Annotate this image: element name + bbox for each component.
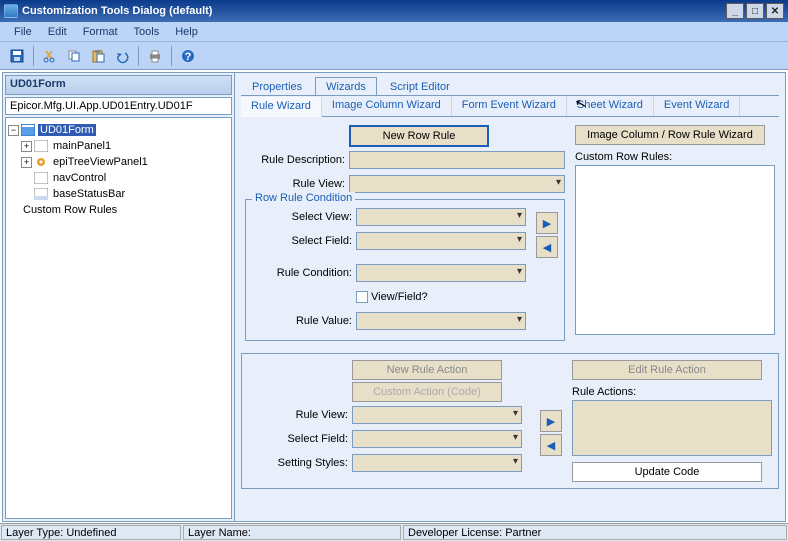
status-layer-name: Layer Name: (183, 525, 401, 540)
app-body: UD01Form Epicor.Mfg.UI.App.UD01Entry.UD0… (2, 72, 786, 522)
custom-action-button[interactable]: Custom Action (Code) (352, 382, 502, 402)
rule-actions-list[interactable] (572, 400, 772, 456)
menu-tools[interactable]: Tools (126, 24, 168, 40)
remove-arrow-button[interactable]: ◀ (536, 236, 558, 258)
statusbar: Layer Type: Undefined Layer Name: Develo… (0, 523, 788, 541)
tab-wizards[interactable]: Wizards (315, 77, 377, 96)
left-panel: UD01Form Epicor.Mfg.UI.App.UD01Entry.UD0… (3, 73, 235, 521)
add-action-arrow-button[interactable]: ▶ (540, 410, 562, 432)
select-field-combo[interactable] (356, 232, 526, 250)
remove-action-arrow-button[interactable]: ◀ (540, 434, 562, 456)
wizard-right-col: Image Column / Row Rule Wizard Custom Ro… (575, 125, 775, 341)
maximize-button[interactable]: □ (746, 3, 764, 19)
status-layer-type: Layer Type: Undefined (1, 525, 181, 540)
titlebar: Customization Tools Dialog (default) _ □… (0, 0, 788, 22)
tree-item[interactable]: + epiTreeViewPanel1 (8, 154, 229, 170)
new-rule-action-button[interactable]: New Rule Action (352, 360, 502, 380)
form-path: Epicor.Mfg.UI.App.UD01Entry.UD01F (5, 97, 232, 115)
menubar: File Edit Format Tools Help (0, 22, 788, 42)
tab-event-wizard[interactable]: Event Wizard (654, 96, 740, 116)
tab-sheet-wizard[interactable]: Sheet Wizard (567, 96, 654, 116)
app-icon (4, 4, 18, 18)
view-field-label: View/Field? (371, 291, 428, 303)
select-field-combo2[interactable] (352, 430, 522, 448)
form-header: UD01Form (5, 75, 232, 95)
rule-value-combo[interactable] (356, 312, 526, 330)
select-view-label: Select View: (252, 211, 356, 223)
tabs-sub: Rule Wizard Image Column Wizard Form Eve… (241, 95, 779, 117)
expand-icon[interactable]: + (21, 141, 32, 152)
menu-file[interactable]: File (6, 24, 40, 40)
form-icon (21, 124, 35, 136)
tree-item[interactable]: Custom Row Rules (8, 202, 229, 218)
collapse-icon[interactable]: − (8, 125, 19, 136)
custom-row-rules-list[interactable] (575, 165, 775, 335)
image-column-wizard-button[interactable]: Image Column / Row Rule Wizard (575, 125, 765, 145)
expand-icon[interactable]: + (21, 157, 32, 168)
cut-icon[interactable] (39, 45, 61, 67)
rule-condition-combo[interactable] (356, 264, 526, 282)
tabs-major: Properties Wizards Script Editor (241, 75, 779, 96)
tree-item[interactable]: navControl (8, 170, 229, 186)
toolbar: ? (0, 42, 788, 70)
new-row-rule-button[interactable]: New Row Rule (349, 125, 489, 147)
tab-form-event-wizard[interactable]: Form Event Wizard (452, 96, 567, 116)
select-field-label2: Select Field: (248, 433, 352, 445)
rule-actions-label: Rule Actions: (572, 386, 772, 398)
view-field-checkbox[interactable] (356, 291, 368, 303)
rule-view-combo[interactable] (349, 175, 565, 193)
rule-view-label2: Rule View: (248, 409, 352, 421)
tab-image-column-wizard[interactable]: Image Column Wizard (322, 96, 452, 116)
tab-properties[interactable]: Properties (241, 77, 313, 96)
copy-icon[interactable] (63, 45, 85, 67)
rule-description-input[interactable] (349, 151, 565, 169)
menu-format[interactable]: Format (75, 24, 126, 40)
svg-text:?: ? (185, 51, 192, 63)
edit-rule-action-button[interactable]: Edit Rule Action (572, 360, 762, 380)
window-title: Customization Tools Dialog (default) (22, 5, 212, 17)
tree-root[interactable]: − UD01Form (8, 122, 229, 138)
wizard-top: New Row Rule Rule Description: Rule View… (241, 117, 779, 345)
setting-styles-combo[interactable] (352, 454, 522, 472)
rule-view-combo2[interactable] (352, 406, 522, 424)
menu-edit[interactable]: Edit (40, 24, 75, 40)
close-button[interactable]: ✕ (766, 3, 784, 19)
gear-icon (34, 156, 48, 168)
rule-value-label: Rule Value: (252, 315, 356, 327)
minimize-button[interactable]: _ (726, 3, 744, 19)
select-view-combo[interactable] (356, 208, 526, 226)
row-rule-condition-title: Row Rule Condition (252, 192, 355, 204)
tree-item[interactable]: + mainPanel1 (8, 138, 229, 154)
tree-item[interactable]: baseStatusBar (8, 186, 229, 202)
tab-rule-wizard[interactable]: Rule Wizard (241, 97, 322, 117)
rule-description-label: Rule Description: (245, 154, 349, 166)
select-field-label: Select Field: (252, 235, 356, 247)
paste-icon[interactable] (87, 45, 109, 67)
setting-styles-label: Setting Styles: (248, 457, 352, 469)
menu-help[interactable]: Help (167, 24, 206, 40)
save-icon[interactable] (6, 45, 28, 67)
custom-row-rules-label: Custom Row Rules: (575, 151, 775, 163)
add-arrow-button[interactable]: ▶ (536, 212, 558, 234)
tree-view[interactable]: − UD01Form + mainPanel1 + epiTreeViewPan… (5, 117, 232, 519)
tab-script-editor[interactable]: Script Editor (379, 77, 461, 96)
tree-root-label: UD01Form (38, 124, 96, 136)
row-rule-condition-group: Row Rule Condition Select View: Select F… (245, 199, 565, 341)
update-code-button[interactable]: Update Code (572, 462, 762, 482)
wizard-bottom: New Rule Action Custom Action (Code) Rul… (241, 353, 779, 489)
rule-condition-label: Rule Condition: (252, 267, 356, 279)
undo-icon[interactable] (111, 45, 133, 67)
status-dev-license: Developer License: Partner (403, 525, 787, 540)
panel-icon (34, 172, 48, 184)
rule-view-label: Rule View: (245, 178, 349, 190)
print-icon[interactable] (144, 45, 166, 67)
statusbar-icon (34, 188, 48, 200)
help-icon[interactable]: ? (177, 45, 199, 67)
wizard-left-col: New Row Rule Rule Description: Rule View… (245, 125, 565, 341)
panel-icon (34, 140, 48, 152)
right-panel: Properties Wizards Script Editor Rule Wi… (235, 73, 785, 521)
